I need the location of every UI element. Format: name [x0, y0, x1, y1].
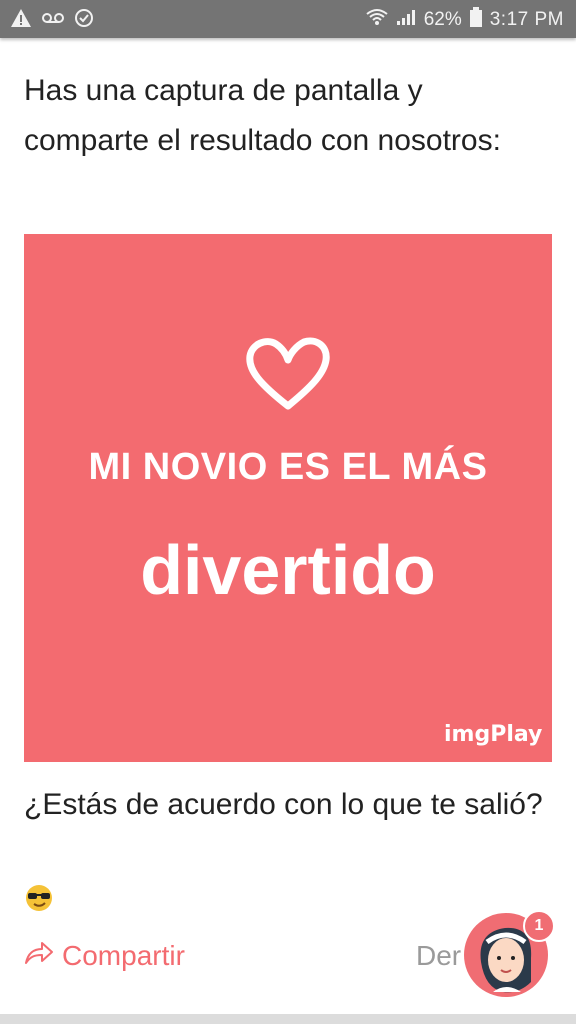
clock: 3:17 PM — [489, 9, 564, 30]
post-question: ¿Estás de acuerdo con lo que te salió? — [24, 788, 543, 821]
warning-icon — [10, 8, 32, 33]
status-left-icons — [10, 8, 94, 33]
post-image[interactable] — [24, 234, 552, 762]
voicemail-icon — [42, 11, 64, 30]
share-arrow-icon — [24, 940, 54, 972]
status-bar: 62% 3:17 PM — [0, 0, 576, 38]
status-right: 62% 3:17 PM — [366, 7, 564, 33]
battery-icon — [469, 7, 482, 33]
wifi-icon — [366, 8, 388, 32]
signal-icon — [396, 8, 416, 32]
share-label: Compartir — [62, 940, 185, 971]
sunglasses-emoji-icon — [24, 884, 56, 912]
post-intro-text: Has una captura de pantalla y comparte e… — [24, 74, 501, 157]
bottom-divider — [0, 1014, 576, 1024]
image-headline: MI NOVIO ES EL MÁS — [88, 446, 488, 488]
battery-text: 62% — [423, 9, 462, 30]
notification-badge: 1 — [523, 910, 555, 942]
imgplay-watermark: imgPlay — [444, 722, 543, 747]
secondary-action-link[interactable]: Der — [416, 940, 461, 972]
check-circle-icon — [74, 8, 94, 33]
image-result-word: divertido — [140, 531, 436, 609]
share-button[interactable]: Compartir — [24, 940, 185, 972]
heart-icon — [246, 337, 330, 410]
